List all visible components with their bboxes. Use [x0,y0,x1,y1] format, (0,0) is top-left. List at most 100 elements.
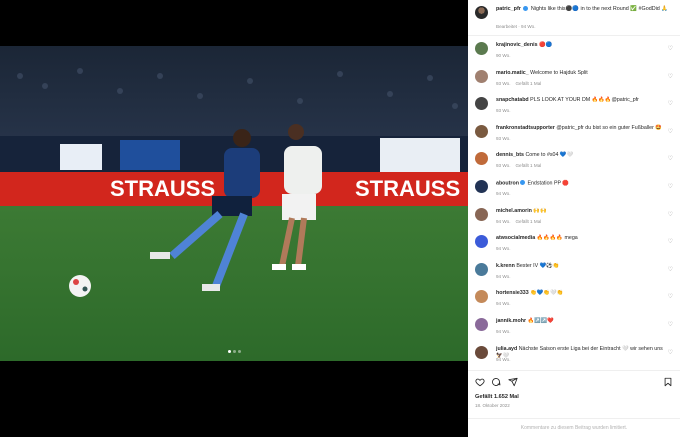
comment-meta: 94 Wo. [496,301,510,306]
like-count[interactable]: Gefällt 1.652 Mal [475,394,519,400]
comment-time: 94 Wo. [496,246,511,252]
comment-text: Nächste Saison erste Liga bei der Eintra… [496,345,663,359]
commenter-avatar[interactable] [475,235,488,249]
carousel-dot[interactable] [232,350,236,353]
commenter-avatar[interactable] [475,42,488,55]
post-caption-header: patric_pfr Nights like this⚫🔵 in to the … [468,0,680,36]
comment-row: mario.matic_ Welcome to Hajduk Split 93 W… [468,67,680,93]
commenter-username[interactable]: mario.matic_ [496,70,529,76]
comment-meta: 93 Wo. Gefällt 1 Mal [496,163,541,168]
comment-text-block: hortensie333 👏💙👏🤍👏 [496,290,666,297]
commenter-username[interactable]: hortensie333 [496,290,529,296]
share-icon[interactable] [508,377,518,387]
heart-icon[interactable]: ♡ [668,74,673,80]
comment-text-block: krajinovic_denis 🔴🔵 [496,42,666,49]
comment-text-block: atwsocialmedia 🔥🔥🔥🔥 mega [496,235,666,242]
comment-text-block: jannik.mohr 🔥↗️↗️❤️ [496,318,666,325]
commenter-avatar[interactable] [475,69,488,83]
comment-row: krajinovic_denis 🔴🔵 90 Wo. ♡ [468,39,680,65]
comment-time: 94 Wo. [496,329,511,334]
comment-time: 90 Wo. [496,53,511,58]
carousel-dot[interactable] [227,350,231,353]
carousel-dot[interactable] [237,350,241,353]
commenter-username[interactable]: atwsocialmedia [496,235,535,241]
commenter-username[interactable]: krajinovic_denis [496,42,538,48]
heart-icon[interactable]: ♡ [668,350,673,356]
heart-icon[interactable]: ♡ [668,184,673,190]
comment-time: 93 Wo. [496,108,511,114]
comment-text-block: mario.matic_ Welcome to Hajduk Split [496,70,666,77]
comment-text-block: frankronstadtsupporter @patric_pfr du bi… [496,125,666,132]
commenter-avatar[interactable] [475,180,488,193]
commenter-avatar[interactable] [475,124,488,138]
comment-text: 🔥↗️↗️❤️ [527,318,554,324]
commenter-avatar[interactable] [475,97,488,111]
comment-row: julia.ayd Nächste Saison erste Liga bei … [468,343,680,369]
post-photo[interactable]: STRAUSS STRAUSS [0,46,468,361]
heart-icon[interactable]: ♡ [668,322,673,328]
comment-icon[interactable] [491,377,501,387]
comment-text-block: aboutron Endstation PP 🛑 [496,180,666,188]
comment-row: hortensie333 👏💙👏🤍👏 94 Wo. ♡ [468,287,680,313]
comment-meta: 94 Wo. [496,191,510,196]
comment-meta: 93 Wo. Gefällt 1 Mal [496,81,541,86]
comment-text: Come to #s04 💙🤍 [525,152,574,159]
heart-icon[interactable]: ♡ [668,101,673,107]
comment-meta: 94 Wo. Gefällt 1 Mal [496,219,541,224]
comment-row: michel.amorin 🙌🙌 94 Wo. Gefällt 1 Mal ♡ [468,205,680,231]
comment-meta: 94 Wo. [496,329,510,334]
comment-time: 94 Wo. [496,356,511,362]
commenter-username[interactable]: k.krenn [496,263,515,269]
commenter-avatar[interactable] [475,207,488,221]
football-photo: STRAUSS STRAUSS [0,46,468,361]
post-date: 18. Oktober 2022 [475,403,510,408]
banner-text-2: STRAUSS [355,176,460,201]
bookmark-icon[interactable] [663,377,673,387]
commenter-username[interactable]: dennis_bts [496,152,524,158]
comment-text-block: julia.ayd Nächste Saison erste Liga bei … [496,346,666,360]
comment-likes[interactable]: Gefällt 1 Mal [515,219,541,224]
comments-limited-notice: Kommentare zu diesem Beitrag wurden limi… [468,418,680,437]
heart-icon[interactable]: ♡ [668,156,673,162]
heart-icon[interactable] [475,377,485,387]
heart-icon[interactable]: ♡ [668,239,673,245]
commenter-username[interactable]: aboutron [496,181,519,187]
author-avatar[interactable] [475,6,488,19]
commenter-avatar[interactable] [475,152,488,166]
commenter-avatar[interactable] [475,262,488,276]
comment-row: dennis_bts Come to #s04 💙🤍 93 Wo. Gefällt … [468,149,680,175]
verified-icon [523,5,529,11]
comment-meta: 94 Wo. [496,357,510,362]
heart-icon[interactable]: ♡ [668,212,673,218]
comment-likes[interactable]: Gefällt 1 Mal [515,163,541,168]
comment-time: 94 Wo. [496,218,511,224]
commenter-username[interactable]: jannik.mohr [496,318,526,324]
commenter-username[interactable]: michel.amorin [496,208,532,214]
commenter-username[interactable]: julia.ayd [496,346,517,352]
comment-likes[interactable]: Gefällt 1 Mal [515,81,541,86]
comment-text: Endstation PP 🛑 [527,180,569,187]
heart-icon[interactable]: ♡ [668,267,673,273]
commenter-username[interactable]: frankronstadtsupporter [496,125,555,131]
action-bar: Gefällt 1.652 Mal 18. Oktober 2022 Komme… [468,370,680,437]
caption: patric_pfr Nights like this⚫🔵 in to the … [496,5,676,13]
commenter-avatar[interactable] [475,318,488,331]
heart-icon[interactable]: ♡ [668,294,673,300]
author-username[interactable]: patric_pfr [496,6,521,12]
heart-icon[interactable]: ♡ [668,129,673,135]
post-time: 94 Wo. [521,24,536,29]
verified-icon [519,180,525,185]
comment-meta: 90 Wo. [496,53,510,58]
ball [69,275,91,297]
comment-row: snapchatabd PLS LOOK AT YOUR DM 🔥🔥🔥@patr… [468,94,680,120]
comment-text: PLS LOOK AT YOUR DM 🔥🔥🔥@patric_pfr [530,97,639,104]
heart-icon[interactable]: ♡ [668,46,673,52]
commenter-avatar[interactable] [475,345,488,359]
comment-time: 94 Wo. [496,301,511,307]
commenter-username[interactable]: snapchatabd [496,97,529,103]
comment-time: 93 Wo. [496,163,511,169]
comment-row: aboutron Endstation PP 🛑 94 Wo. ♡ [468,177,680,203]
comment-text-block: michel.amorin 🙌🙌 [496,208,666,215]
carousel-dots [0,350,468,353]
commenter-avatar[interactable] [475,290,488,304]
